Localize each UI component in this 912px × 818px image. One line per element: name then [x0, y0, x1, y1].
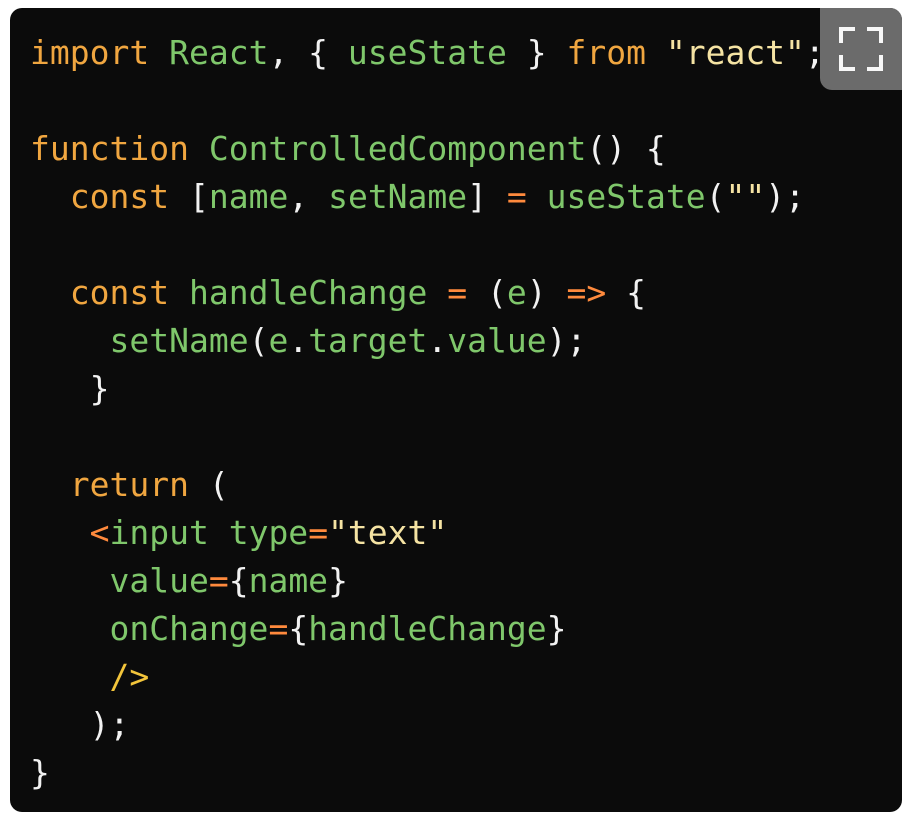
code-token: (	[467, 273, 507, 312]
code-token: input	[109, 513, 209, 552]
code-token: (	[705, 177, 726, 216]
code-token: e	[268, 321, 289, 360]
code-line: const [name, setName] = useState("");	[30, 173, 825, 221]
code-token: const	[69, 273, 170, 312]
code-token: useState	[546, 177, 706, 216]
code-token: return	[69, 465, 189, 504]
code-token: }	[546, 609, 567, 648]
code-line: );	[30, 701, 825, 749]
code-token: =	[447, 273, 468, 312]
code-token: =	[506, 177, 527, 216]
code-token: )	[526, 273, 567, 312]
code-token: name	[248, 561, 329, 600]
code-line: }	[30, 365, 825, 413]
code-token: );	[765, 177, 805, 216]
code-token: (	[248, 321, 269, 360]
code-token: "react"	[665, 33, 805, 72]
code-token: "text"	[328, 513, 448, 552]
code-token: handleChange	[188, 273, 428, 312]
code-line: import React, { useState } from "react";	[30, 29, 825, 77]
code-token: );	[30, 705, 130, 744]
code-line: }	[30, 749, 825, 797]
code-token: ,	[288, 177, 329, 216]
code-token: , {	[268, 33, 348, 72]
code-token: setName	[109, 321, 249, 360]
code-token: );	[546, 321, 587, 360]
code-line: return (	[30, 461, 825, 509]
code-token: value	[447, 321, 547, 360]
code-token: useState	[347, 33, 507, 72]
code-token: onChange	[109, 609, 269, 648]
code-token: ControlledComponent	[208, 129, 587, 168]
fullscreen-icon	[839, 27, 883, 71]
code-token: function	[30, 129, 189, 168]
code-token: {	[228, 561, 249, 600]
code-line: onChange={handleChange}	[30, 605, 825, 653]
code-token: import	[30, 33, 150, 72]
code-line: const handleChange = (e) => {	[30, 269, 825, 317]
code-token: {	[606, 273, 647, 312]
code-token: =	[268, 609, 289, 648]
code-line: />	[30, 653, 825, 701]
code-token: =>	[566, 273, 607, 312]
code-token: type	[228, 513, 309, 552]
expand-button[interactable]	[820, 8, 902, 90]
code-token: value	[109, 561, 209, 600]
code-token: }	[506, 33, 567, 72]
code-token: }	[30, 369, 110, 408]
code-token: target	[308, 321, 428, 360]
code-token: }	[328, 561, 348, 600]
code-token: }	[30, 753, 50, 792]
code-token: />	[109, 657, 150, 696]
code-token: React	[169, 33, 269, 72]
code-token: .	[288, 321, 309, 360]
code-token: <	[89, 513, 110, 552]
code-token: ""	[725, 177, 766, 216]
code-token: name	[208, 177, 289, 216]
code-token: {	[288, 609, 309, 648]
code-token: =	[308, 513, 329, 552]
code-token: handleChange	[308, 609, 547, 648]
code-token: [	[169, 177, 209, 216]
code-line: setName(e.target.value);	[30, 317, 825, 365]
code-token: () {	[586, 129, 666, 168]
code-token: =	[208, 561, 229, 600]
code-token: setName	[328, 177, 468, 216]
code-content: import React, { useState } from "react";…	[30, 29, 825, 797]
code-line: function ControlledComponent() {	[30, 125, 825, 173]
code-token: const	[69, 177, 170, 216]
code-line: <input type="text"	[30, 509, 825, 557]
code-token: e	[506, 273, 527, 312]
code-line: value={name}	[30, 557, 825, 605]
code-token: ]	[467, 177, 507, 216]
code-token: (	[188, 465, 229, 504]
code-token: .	[427, 321, 448, 360]
code-token: from	[566, 33, 646, 72]
code-block: import React, { useState } from "react";…	[10, 8, 902, 812]
